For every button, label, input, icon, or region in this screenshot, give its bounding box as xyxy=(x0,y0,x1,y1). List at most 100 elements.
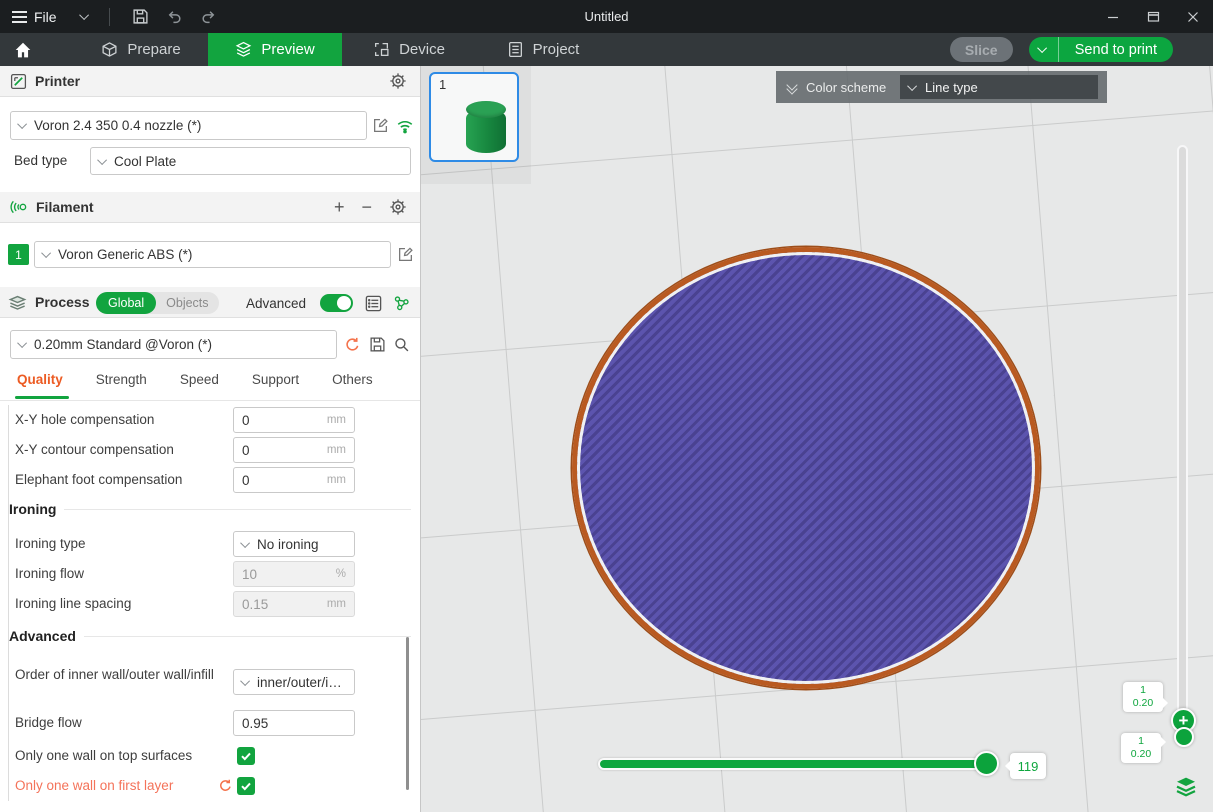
chevron-down-icon xyxy=(17,119,27,129)
xy-contour-compensation-input[interactable]: 0 mm xyxy=(233,437,355,463)
tab-prepare[interactable]: Prepare xyxy=(74,33,208,66)
advanced-toggle[interactable] xyxy=(320,294,353,312)
printer-settings-button[interactable] xyxy=(389,72,407,90)
tab-device-label: Device xyxy=(399,41,445,58)
send-options-chevron[interactable] xyxy=(1029,37,1059,62)
remove-filament-button[interactable]: − xyxy=(361,198,372,216)
tab-device[interactable]: Device xyxy=(342,33,476,66)
filament-preset-value: Voron Generic ABS (*) xyxy=(58,247,192,262)
settings-sidebar: Printer Voron 2.4 350 0.4 nozzle (*) Bed… xyxy=(0,66,421,812)
filament-settings-button[interactable] xyxy=(389,198,407,216)
main-nav-bar: Prepare Preview Device Project Slice Sen… xyxy=(0,33,1213,66)
close-button[interactable] xyxy=(1173,0,1213,33)
edit-icon xyxy=(372,117,389,134)
move-slider-handle[interactable] xyxy=(974,751,999,776)
tune-icon xyxy=(393,294,411,312)
gear-icon xyxy=(389,198,407,216)
send-to-print-button[interactable]: Send to print xyxy=(1029,37,1173,62)
edit-printer-button[interactable] xyxy=(372,117,389,134)
undo-button[interactable] xyxy=(158,3,192,31)
param-label: X-Y hole compensation xyxy=(15,407,154,433)
layers-panel-button[interactable] xyxy=(1173,773,1199,799)
filament-section-title: Filament xyxy=(36,199,94,215)
save-button[interactable] xyxy=(124,3,158,31)
param-label: Ironing type xyxy=(15,531,86,557)
tab-speed[interactable]: Speed xyxy=(178,372,221,397)
home-button[interactable] xyxy=(0,33,46,66)
layer-slider-track[interactable] xyxy=(1177,145,1188,745)
redo-icon xyxy=(200,8,217,25)
close-icon xyxy=(1187,11,1199,23)
param-row: Ironing line spacing 0.15 mm xyxy=(15,591,410,617)
process-section-title: Process xyxy=(35,294,89,310)
param-value: 0 xyxy=(242,413,327,428)
process-scope-toggle[interactable]: Global Objects xyxy=(96,292,219,314)
plate-thumbnail[interactable]: 1 xyxy=(429,72,519,162)
elephant-foot-compensation-input[interactable]: 0 mm xyxy=(233,467,355,493)
save-preset-button[interactable] xyxy=(369,336,386,353)
tab-support[interactable]: Support xyxy=(250,372,301,397)
maximize-button[interactable] xyxy=(1133,0,1173,33)
reset-preset-button[interactable] xyxy=(344,336,361,353)
bridge-flow-input[interactable]: 0.95 xyxy=(233,710,355,736)
file-menu-button[interactable]: File xyxy=(12,9,89,25)
clipboard-list-icon xyxy=(507,41,524,58)
sidebar-scrollbar[interactable] xyxy=(406,637,409,790)
xy-hole-compensation-input[interactable]: 0 mm xyxy=(233,407,355,433)
plate-number: 1 xyxy=(439,77,446,92)
scope-objects-pill[interactable]: Objects xyxy=(156,296,218,310)
ironing-flow-input: 10 % xyxy=(233,561,355,587)
file-menu-label: File xyxy=(34,9,57,25)
reset-icon xyxy=(344,336,361,353)
filament-index-badge[interactable]: 1 xyxy=(8,244,29,265)
minimize-button[interactable] xyxy=(1093,0,1133,33)
panel-edge-line xyxy=(8,405,9,801)
one-wall-top-checkbox[interactable] xyxy=(237,747,255,765)
line-type-select[interactable]: Line type xyxy=(900,75,1098,99)
param-value: 0.95 xyxy=(242,716,354,731)
redo-button[interactable] xyxy=(192,3,226,31)
sliced-layer-object[interactable] xyxy=(572,247,1040,689)
undo-icon xyxy=(166,8,183,25)
tab-strength[interactable]: Strength xyxy=(94,372,149,397)
search-preset-button[interactable] xyxy=(393,336,410,353)
add-filament-button[interactable]: + xyxy=(334,198,345,216)
settings-list-button[interactable] xyxy=(364,294,383,313)
param-unit: mm xyxy=(327,474,346,486)
tab-preview[interactable]: Preview xyxy=(208,33,342,66)
param-row: Only one wall on first layer xyxy=(15,773,410,799)
param-label: Elephant foot compensation xyxy=(15,467,182,493)
one-wall-first-checkbox[interactable] xyxy=(237,777,255,795)
process-preset-select[interactable]: 0.20mm Standard @Voron (*) xyxy=(10,330,337,359)
slice-button[interactable]: Slice xyxy=(950,37,1013,62)
tab-preview-label: Preview xyxy=(261,41,314,58)
scope-global-pill[interactable]: Global xyxy=(96,292,156,314)
chevron-down-icon xyxy=(17,338,27,348)
printer-preset-select[interactable]: Voron 2.4 350 0.4 nozzle (*) xyxy=(10,111,367,140)
wall-order-select[interactable]: inner/outer/i… xyxy=(233,669,355,695)
tooltip-height: 0.20 xyxy=(1123,697,1163,710)
tooltip-layer: 1 xyxy=(1121,735,1161,748)
color-scheme-label: Color scheme xyxy=(806,80,886,95)
tune-parameters-button[interactable] xyxy=(393,294,411,312)
tab-quality[interactable]: Quality xyxy=(15,372,65,397)
ironing-type-select[interactable]: No ironing xyxy=(233,531,355,557)
layer-slider-top-tooltip: 1 0.20 xyxy=(1123,682,1163,712)
param-label: Only one wall on first layer xyxy=(15,773,173,799)
tab-project-label: Project xyxy=(533,41,580,58)
home-icon xyxy=(14,41,32,59)
bed-type-label: Bed type xyxy=(14,153,67,168)
layer-slider-bottom-handle[interactable] xyxy=(1174,727,1194,747)
param-unit: mm xyxy=(327,444,346,456)
edit-filament-button[interactable] xyxy=(397,246,414,263)
bed-type-select[interactable]: Cool Plate xyxy=(90,147,411,175)
tab-project[interactable]: Project xyxy=(476,33,610,66)
move-slider-track[interactable] xyxy=(598,758,998,770)
filament-preset-select[interactable]: Voron Generic ABS (*) xyxy=(34,241,391,268)
collapse-double-chevron-icon[interactable] xyxy=(788,81,796,93)
process-icon xyxy=(8,293,27,312)
wifi-icon[interactable] xyxy=(396,117,414,140)
reset-value-button[interactable] xyxy=(218,778,233,793)
param-label: Only one wall on top surfaces xyxy=(15,743,192,769)
tab-others[interactable]: Others xyxy=(330,372,375,397)
